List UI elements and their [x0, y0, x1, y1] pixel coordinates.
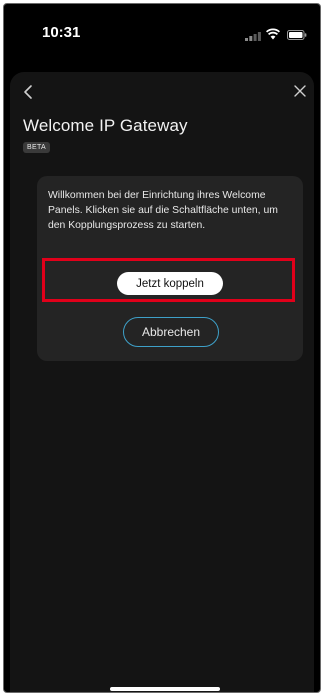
pair-now-button[interactable]: Jetzt koppeln	[117, 272, 223, 295]
modal-sheet: Welcome IP Gateway BETA Willkommen bei d…	[10, 72, 314, 692]
status-bar: 10:31	[4, 4, 320, 54]
welcome-message: Willkommen bei der Einrichtung ihres Wel…	[48, 190, 278, 231]
cancel-button[interactable]: Abbrechen	[123, 317, 219, 347]
signal-icon	[245, 32, 261, 41]
back-chevron-icon[interactable]	[22, 84, 36, 100]
battery-icon	[287, 30, 307, 40]
page-title: Welcome IP Gateway	[23, 116, 188, 135]
phone-screen: 10:31 Welcome IP Gateway BETA Willkommen…	[3, 3, 321, 693]
wifi-icon	[266, 28, 280, 40]
status-time: 10:31	[42, 24, 81, 41]
beta-badge: BETA	[23, 142, 50, 153]
close-icon[interactable]	[293, 84, 307, 98]
pairing-card: Willkommen bei der Einrichtung ihres Wel…	[37, 176, 303, 361]
home-indicator[interactable]	[110, 687, 220, 691]
